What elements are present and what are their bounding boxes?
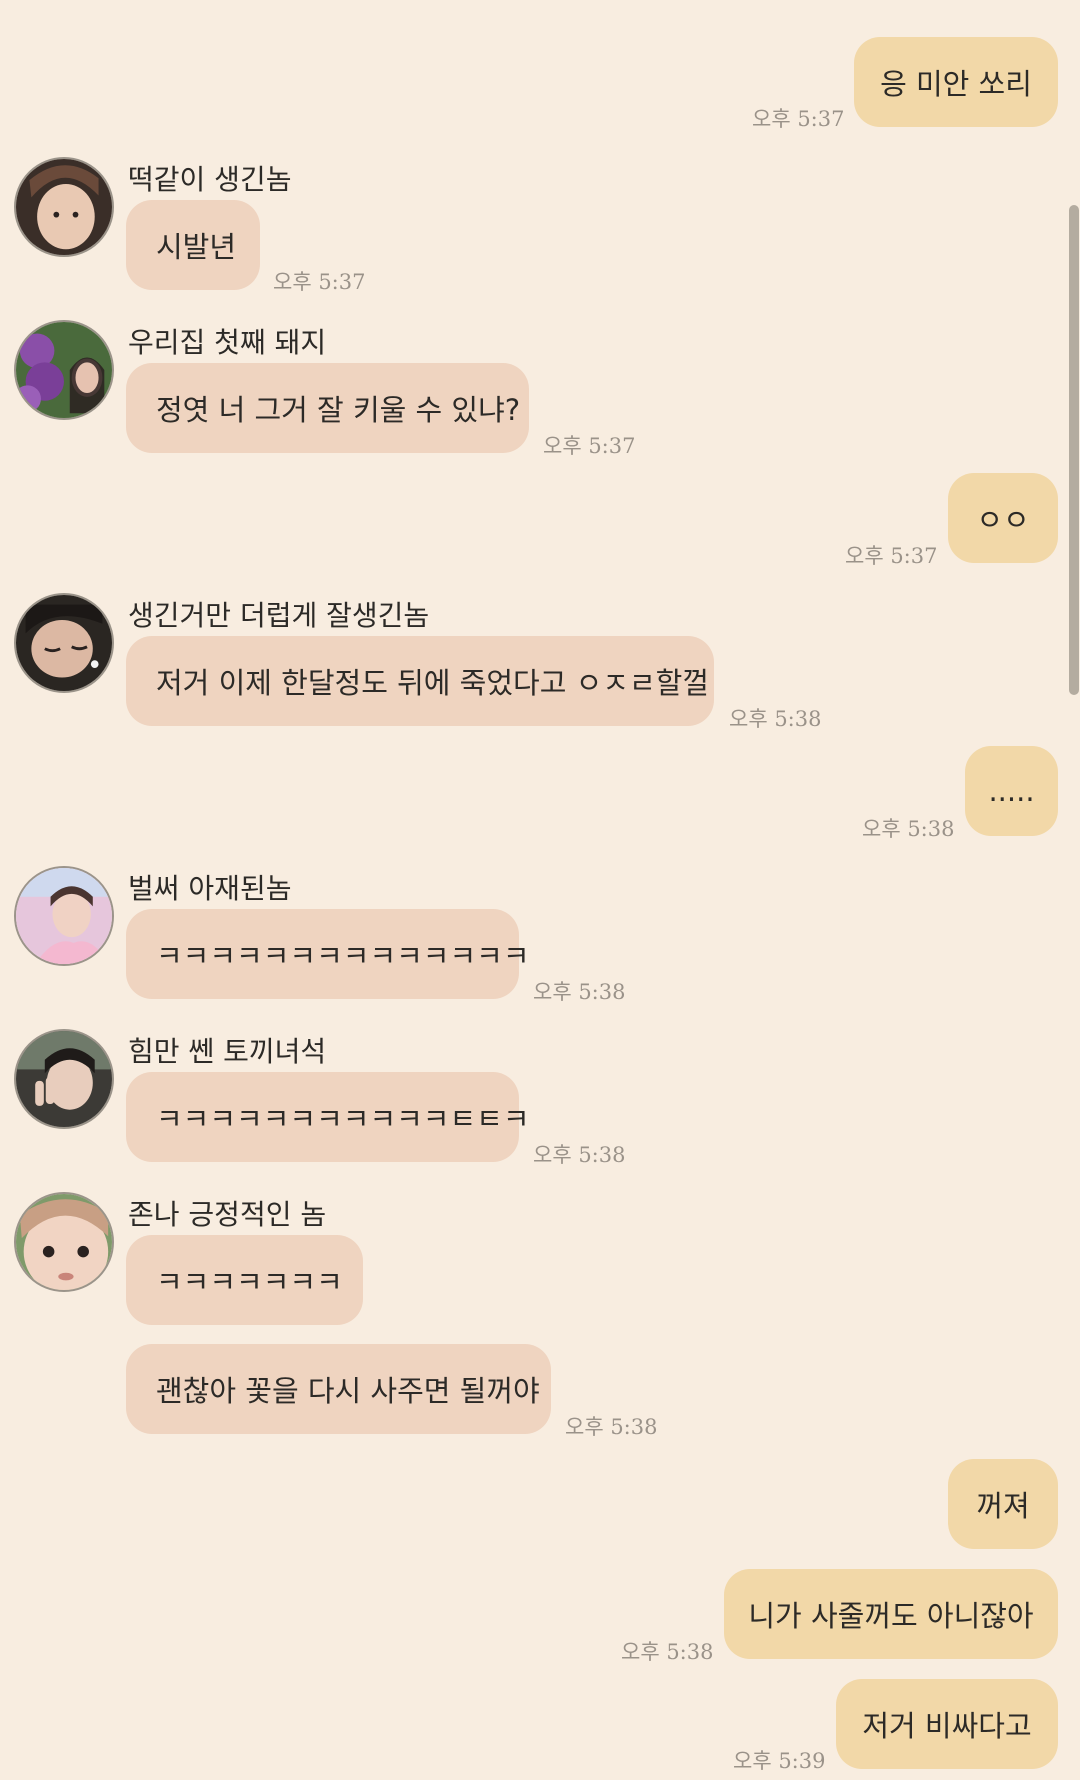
avatar-face-icon [16,159,112,255]
message-text: ㅋㅋㅋㅋㅋㅋㅋㅋㅋㅋㅋㅋㅋㅋ [156,939,530,973]
sender-name: 떡같이 생긴놈 [128,163,292,196]
message-text: 응 미안 쏘리 [880,67,1032,101]
message-timestamp: 오후 5:38 [729,707,822,731]
message-text: 꺼져 [976,1489,1030,1523]
sender-name: 우리집 첫째 돼지 [128,326,327,359]
message-text: ㅋㅋㅋㅋㅋㅋㅋㅋㅋㅋㅋㅌㅌㅋ [156,1102,530,1136]
avatar-pink-icon [16,868,112,964]
message-bubble[interactable]: 괜찮아 꽃을 다시 사주면 될꺼야 [126,1344,551,1434]
sender-avatar[interactable] [14,157,114,257]
message-timestamp: 오후 5:38 [533,980,626,1004]
message-text: 저거 비싸다고 [862,1709,1032,1743]
message-bubble[interactable]: 꺼져 [948,1459,1058,1549]
sender-name: 힘만 쎈 토끼녀석 [128,1035,327,1068]
message-timestamp: 오후 5:38 [565,1415,658,1439]
message-text: 니가 사줄꺼도 아니잖아 [748,1599,1034,1633]
message-timestamp: 오후 5:38 [533,1143,626,1167]
message-timestamp: 오후 5:38 [862,817,955,841]
sender-name: 벌써 아재된놈 [128,872,292,905]
avatar-closeup-icon [16,1194,112,1290]
message-text: 저거 이제 한달정도 뒤에 죽었다고 ㅇㅈㄹ할껄 [156,666,710,700]
message-text: ..... [988,774,1035,808]
message-bubble[interactable]: ㅇㅇ [948,473,1058,563]
sender-avatar[interactable] [14,1029,114,1129]
message-text: ㅇㅇ [976,503,1030,537]
message-timestamp: 오후 5:37 [845,544,938,568]
sender-avatar[interactable] [14,593,114,693]
sender-name: 존나 긍정적인 놈 [128,1198,327,1231]
sender-name: 생긴거만 더럽게 잘생긴놈 [128,599,430,632]
message-text: 정엿 너 그거 잘 키울 수 있냐? [156,393,521,427]
sender-avatar[interactable] [14,320,114,420]
message-bubble[interactable]: 응 미안 쏘리 [854,37,1058,127]
avatar-sleeping-icon [16,595,112,691]
message-text: 괜찮아 꽃을 다시 사주면 될꺼야 [156,1374,540,1408]
message-bubble[interactable]: ㅋㅋㅋㅋㅋㅋㅋㅋㅋㅋㅋㅋㅋㅋ [126,909,530,999]
avatar-flowers-icon [16,322,112,418]
message-bubble[interactable]: 니가 사줄꺼도 아니잖아 [724,1569,1058,1659]
message-bubble[interactable]: 시발년 [126,200,260,290]
message-bubble[interactable]: 저거 이제 한달정도 뒤에 죽었다고 ㅇㅈㄹ할껄 [126,636,714,726]
avatar-peace-icon [16,1031,112,1127]
message-text: ㅋㅋㅋㅋㅋㅋㅋ [156,1265,343,1299]
sender-avatar[interactable] [14,866,114,966]
chat-history[interactable]: 응 미안 쏘리 오후 5:37 떡같이 생긴놈 시발년 오후 5:37 우리집 … [0,0,1080,1780]
message-bubble[interactable]: 정엿 너 그거 잘 키울 수 있냐? [126,363,529,453]
scrollbar-thumb[interactable] [1069,205,1079,695]
message-bubble[interactable]: 저거 비싸다고 [836,1679,1058,1769]
message-timestamp: 오후 5:37 [543,434,636,458]
sender-avatar[interactable] [14,1192,114,1292]
message-bubble[interactable]: ..... [965,746,1058,836]
message-bubble[interactable]: ㅋㅋㅋㅋㅋㅋㅋㅋㅋㅋㅋㅌㅌㅋ [126,1072,530,1162]
message-bubble[interactable]: ㅋㅋㅋㅋㅋㅋㅋ [126,1235,363,1325]
message-timestamp: 오후 5:38 [621,1640,714,1664]
message-timestamp: 오후 5:37 [752,107,845,131]
message-timestamp: 오후 5:37 [273,270,366,294]
message-timestamp: 오후 5:39 [733,1749,826,1773]
message-text: 시발년 [156,230,237,264]
